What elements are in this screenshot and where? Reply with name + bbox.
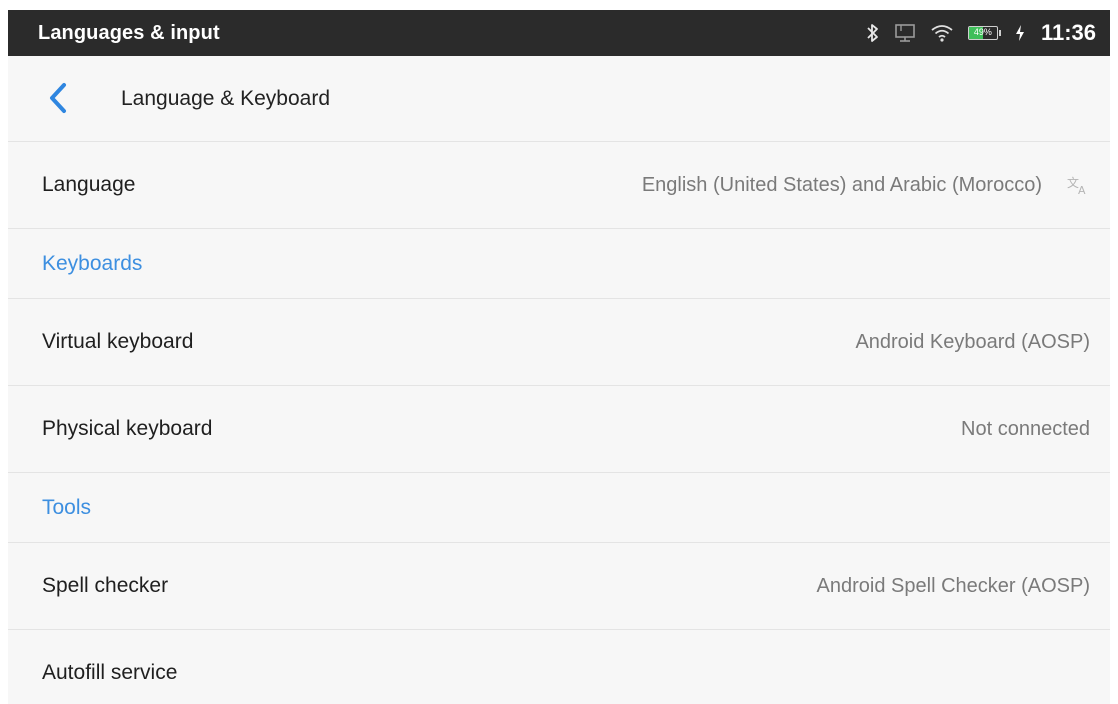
device-screen: Languages & input 49% 11:36 Language & K… xyxy=(8,10,1110,704)
physical-keyboard-label: Physical keyboard xyxy=(42,417,213,440)
virtual-keyboard-row[interactable]: Virtual keyboard Android Keyboard (AOSP) xyxy=(8,299,1110,386)
autofill-service-row[interactable]: Autofill service xyxy=(8,630,1110,704)
section-header-tools: Tools xyxy=(8,473,1110,543)
chevron-left-icon xyxy=(48,82,68,119)
status-bar-title: Languages & input xyxy=(38,22,220,44)
page-title: Language & Keyboard xyxy=(121,87,331,110)
physical-keyboard-value: Not connected xyxy=(961,417,1090,440)
physical-keyboard-row[interactable]: Physical keyboard Not connected xyxy=(8,386,1110,473)
autofill-service-label: Autofill service xyxy=(42,661,178,684)
battery-icon: 49% xyxy=(967,26,1001,40)
keyboards-header: Keyboards xyxy=(42,251,143,275)
battery-percent: 49% xyxy=(973,27,992,37)
status-clock: 11:36 xyxy=(1040,20,1096,45)
language-label: Language xyxy=(42,173,136,196)
language-value: English (United States) and Arabic (Moro… xyxy=(641,173,1042,196)
spell-checker-value: Android Spell Checker (AOSP) xyxy=(816,574,1090,597)
virtual-keyboard-value: Android Keyboard (AOSP) xyxy=(855,330,1090,353)
section-header-keyboards: Keyboards xyxy=(8,229,1110,299)
screen-cast-icon xyxy=(894,23,916,43)
settings-list: Language English (United States) and Ara… xyxy=(8,142,1110,704)
charging-icon xyxy=(1015,24,1025,42)
back-button[interactable] xyxy=(38,80,78,120)
language-row[interactable]: Language English (United States) and Ara… xyxy=(8,142,1110,229)
status-icons: 49% 11:36 xyxy=(866,10,1096,56)
bluetooth-icon xyxy=(866,23,880,43)
status-bar: Languages & input 49% 11:36 xyxy=(8,10,1110,56)
virtual-keyboard-label: Virtual keyboard xyxy=(42,330,194,353)
wifi-icon xyxy=(930,23,954,43)
spell-checker-label: Spell checker xyxy=(42,574,169,597)
svg-text:A: A xyxy=(1078,184,1086,196)
translate-icon: 文 A xyxy=(1066,174,1090,196)
app-bar: Language & Keyboard xyxy=(8,56,1110,142)
tools-header: Tools xyxy=(42,495,92,519)
spell-checker-row[interactable]: Spell checker Android Spell Checker (AOS… xyxy=(8,543,1110,630)
